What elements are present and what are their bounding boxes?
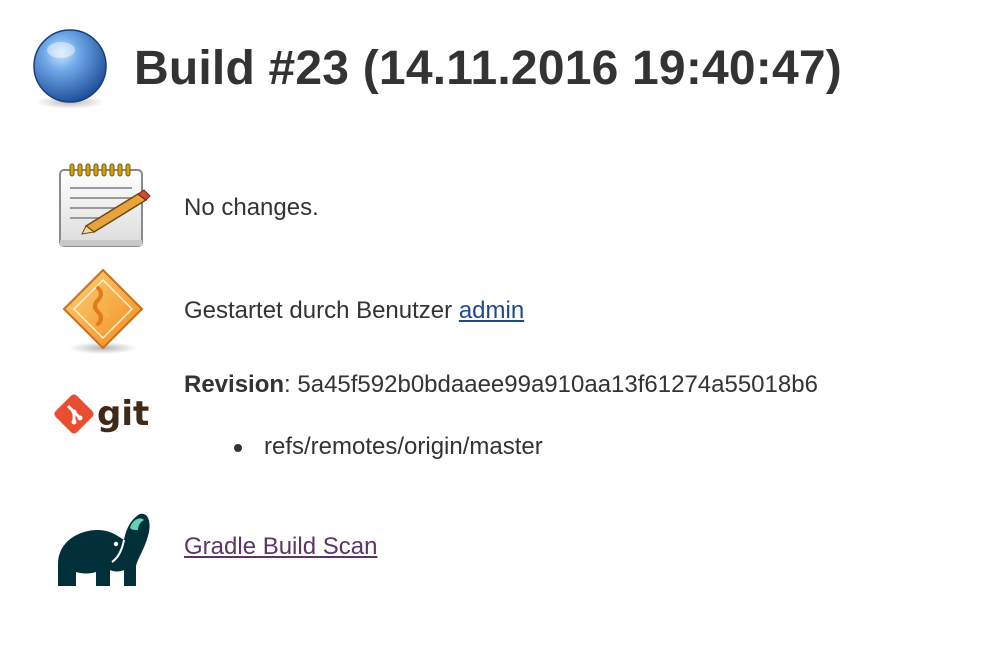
cause-text: Gestartet durch Benutzer — [184, 297, 453, 324]
page-title: Build #23 (14.11.2016 19:40:47) — [134, 41, 842, 95]
git-logo-text: git — [97, 394, 149, 434]
revision-label: Revision — [184, 371, 285, 398]
gradle-elephant-icon — [58, 513, 150, 586]
build-header: Build #23 (14.11.2016 19:40:47) — [30, 26, 842, 110]
notepad-pencil-icon — [59, 163, 151, 247]
user-cause-icon — [62, 268, 144, 354]
build-cause: Gestartet durch Benutzer admin — [184, 296, 524, 326]
revision-separator: : — [284, 371, 298, 398]
bullet-icon — [234, 444, 242, 452]
gradle-build-scan-link[interactable]: Gradle Build Scan — [184, 533, 377, 560]
user-link-admin[interactable]: admin — [459, 297, 524, 324]
git-revision: Revision: 5a45f592b0bdaaee99a910aa13f612… — [184, 370, 818, 400]
branch-ref: refs/remotes/origin/master — [264, 433, 543, 460]
list-item: refs/remotes/origin/master — [232, 432, 543, 462]
gradle-scan: Gradle Build Scan — [184, 532, 377, 562]
git-logo-icon: git — [54, 394, 149, 434]
build-page: Build #23 (14.11.2016 19:40:47) No chang… — [0, 0, 1008, 668]
revision-hash: 5a45f592b0bdaaee99a910aa13f61274a55018b6 — [297, 371, 818, 398]
changes-summary: No changes. — [184, 194, 319, 221]
blue-ball-icon — [33, 29, 107, 109]
branch-list: refs/remotes/origin/master — [232, 432, 543, 462]
